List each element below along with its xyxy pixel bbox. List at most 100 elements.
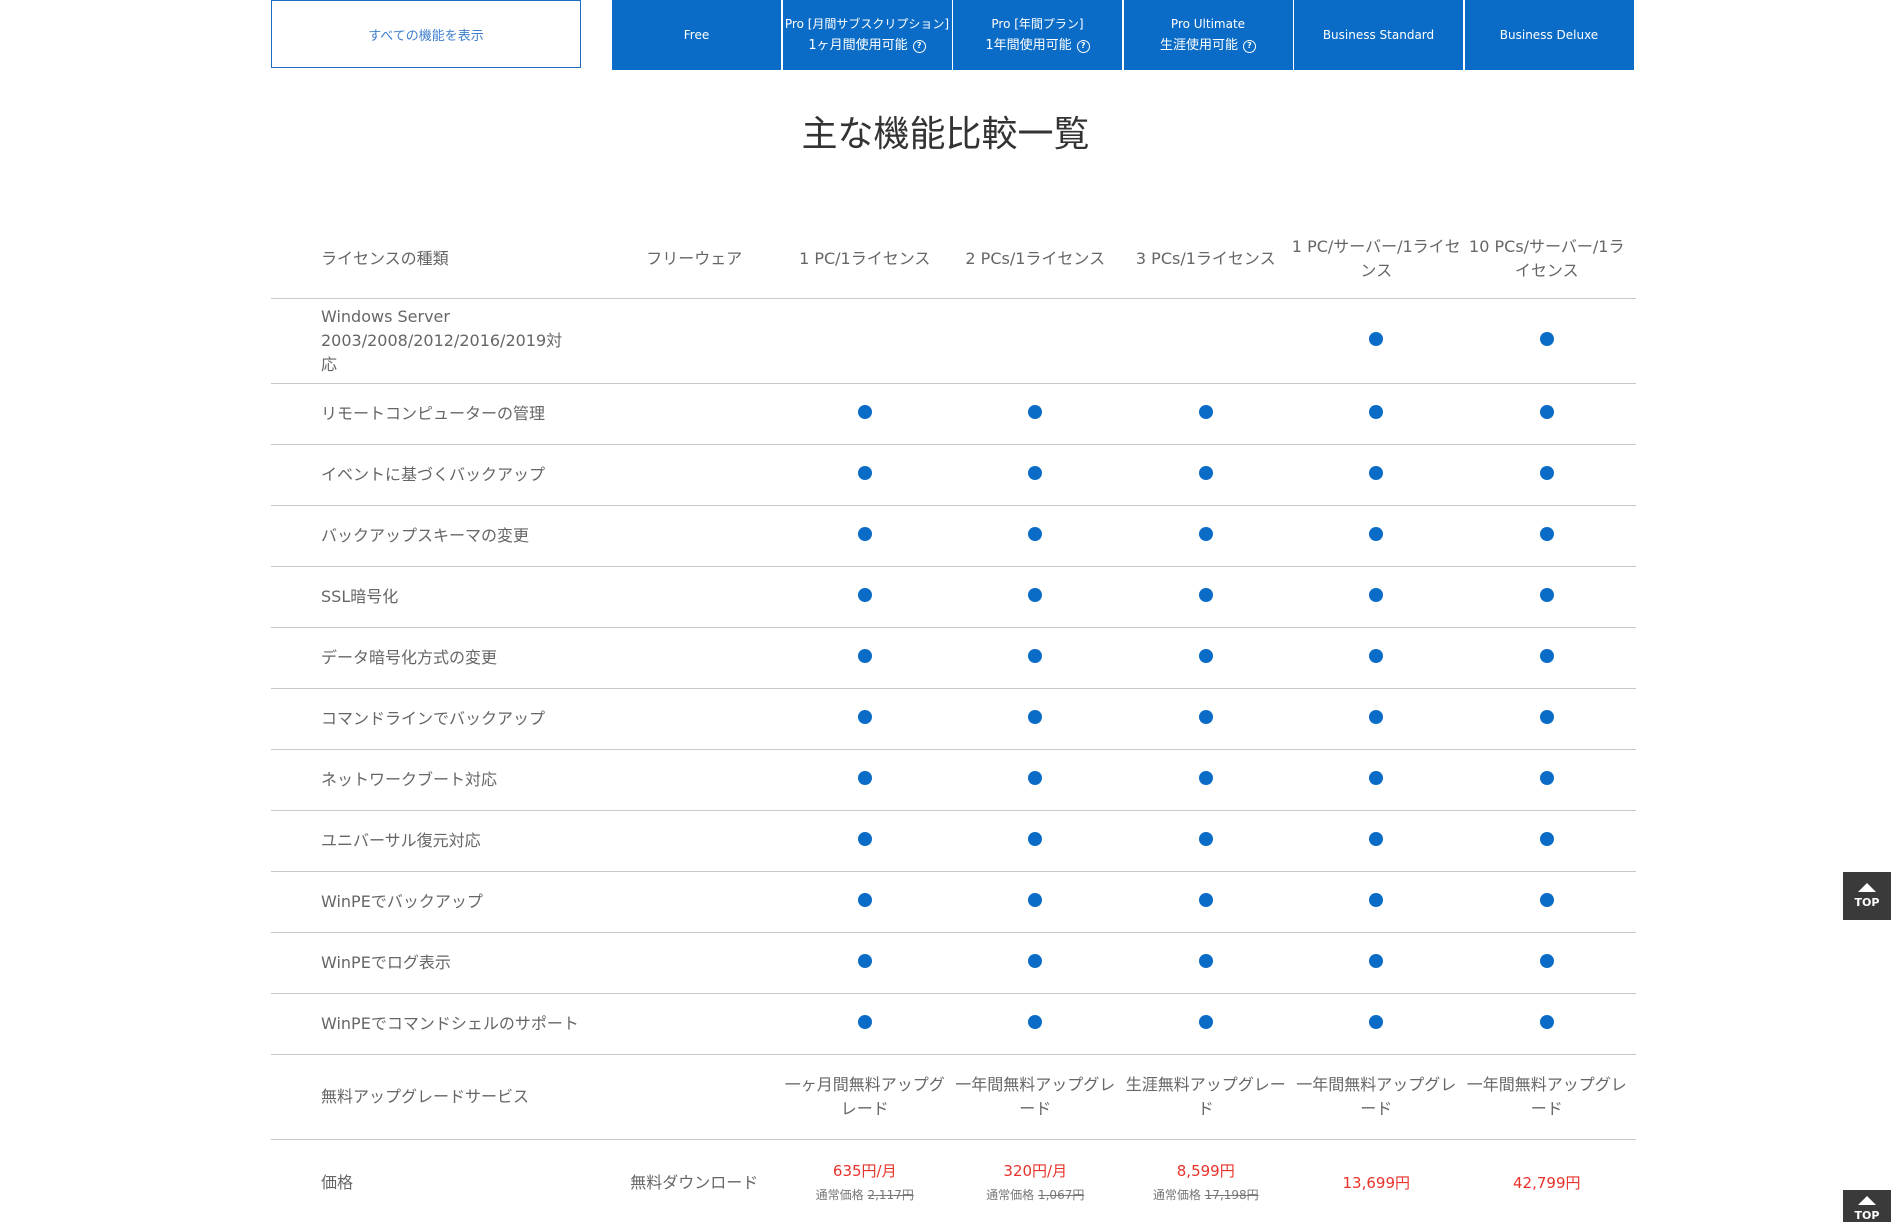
feature-cell <box>780 829 951 853</box>
feature-label: バックアップスキーマの変更 <box>321 526 530 545</box>
feature-cell <box>1462 524 1633 548</box>
feature-cell <box>1462 890 1633 914</box>
help-icon[interactable]: ? <box>1076 39 1090 53</box>
supported-dot-icon <box>1198 710 1213 724</box>
feature-cell <box>780 951 951 975</box>
show-all-features-button[interactable]: すべての機能を表示 <box>271 0 581 68</box>
feature-cell <box>1121 951 1292 975</box>
price-cell: 8,599円 通常価格 17,198円 <box>1121 1159 1292 1207</box>
feature-cell <box>950 768 1121 792</box>
feature-cell <box>950 524 1121 548</box>
plan-duration: 1ヶ月間使用可能 <box>808 38 908 53</box>
feature-label: WinPEでコマンドシェルのサポート <box>321 1014 579 1033</box>
supported-dot-icon <box>1028 405 1043 419</box>
regular-price-label: 通常価格 <box>815 1187 864 1202</box>
free-download-text: 無料ダウンロード <box>630 1172 759 1192</box>
row-label: 価格 <box>321 1172 354 1192</box>
back-to-top-button[interactable]: TOP <box>1843 1190 1891 1222</box>
feature-cell <box>1121 524 1292 548</box>
regular-price: 17,198円 <box>1204 1187 1259 1202</box>
arrow-up-icon <box>1858 883 1876 892</box>
supported-dot-icon <box>1369 588 1384 602</box>
supported-dot-icon <box>1369 954 1384 968</box>
feature-cell <box>1121 768 1292 792</box>
supported-dot-icon <box>1198 954 1213 968</box>
plan-business-standard-tab[interactable]: Business Standard <box>1294 0 1463 70</box>
plan-name: Pro [年間プラン] <box>991 17 1084 31</box>
feature-cell <box>780 524 951 548</box>
plan-name: Pro Ultimate <box>1170 17 1246 31</box>
supported-dot-icon <box>1539 832 1554 846</box>
feature-cell <box>780 646 951 670</box>
supported-dot-icon <box>1198 588 1213 602</box>
feature-label: Windows Server 2003/2008/2012/2016/2019対… <box>321 307 563 374</box>
plan-header-bar: Free Pro [月間サブスクリプション] 1ヶ月間使用可能? Pro [年間… <box>612 0 1634 70</box>
feature-cell <box>1462 951 1633 975</box>
feature-cell <box>950 707 1121 731</box>
supported-dot-icon <box>1539 332 1554 346</box>
plan-free-tab[interactable]: Free <box>612 0 781 70</box>
supported-dot-icon <box>1539 771 1554 785</box>
supported-dot-icon <box>1028 710 1043 724</box>
feature-row: バックアップスキーマの変更 <box>271 506 1636 567</box>
supported-dot-icon <box>857 893 872 907</box>
upgrade-row: 無料アップグレードサービス 一ヶ月間無料アップグレード 一年間無料アップグレード… <box>271 1055 1636 1140</box>
supported-dot-icon <box>1369 1015 1384 1029</box>
plan-name: Pro [月間サブスクリプション] <box>784 17 950 31</box>
supported-dot-icon <box>1539 893 1554 907</box>
feature-cell <box>1121 463 1292 487</box>
license-row: ライセンスの種類 フリーウェア 1 PC/1ライセンス 2 PCs/1ライセンス… <box>271 220 1636 299</box>
supported-dot-icon <box>1198 466 1213 480</box>
plan-name: Business Standard <box>1322 28 1435 42</box>
feature-cell <box>1121 646 1292 670</box>
supported-dot-icon <box>1539 405 1554 419</box>
supported-dot-icon <box>1198 1015 1213 1029</box>
help-icon[interactable]: ? <box>1243 39 1256 53</box>
supported-dot-icon <box>1028 1015 1043 1029</box>
supported-dot-icon <box>1028 954 1043 968</box>
feature-cell <box>1121 707 1292 731</box>
feature-label: WinPEでバックアップ <box>321 892 483 911</box>
feature-cell <box>950 646 1121 670</box>
price-cell: 320円/月 通常価格 1,067円 <box>950 1159 1121 1207</box>
back-to-top-button[interactable]: TOP <box>1843 872 1891 920</box>
supported-dot-icon <box>1028 771 1043 785</box>
supported-dot-icon <box>1028 466 1043 480</box>
plan-pro-ultimate-tab[interactable]: Pro Ultimate 生涯使用可能? <box>1123 0 1293 70</box>
feature-cell <box>950 951 1121 975</box>
feature-cell <box>950 829 1121 853</box>
sale-price: 8,599円 <box>1176 1161 1235 1180</box>
price-cell: 635円/月 通常価格 2,117円 <box>780 1159 951 1207</box>
feature-row: Windows Server 2003/2008/2012/2016/2019対… <box>271 299 1636 384</box>
sale-price: 42,799円 <box>1513 1173 1581 1192</box>
supported-dot-icon <box>1369 710 1384 724</box>
feature-cell <box>1291 524 1462 548</box>
price-cell: 42,799円 <box>1462 1171 1633 1195</box>
arrow-up-icon <box>1858 1196 1876 1205</box>
regular-price-label: 通常価格 <box>1152 1187 1201 1202</box>
plan-name: Business Deluxe <box>1499 28 1599 42</box>
feature-row: イベントに基づくバックアップ <box>271 445 1636 506</box>
feature-row: リモートコンピューターの管理 <box>271 384 1636 445</box>
plan-pro-monthly-tab[interactable]: Pro [月間サブスクリプション] 1ヶ月間使用可能? <box>782 0 952 70</box>
feature-row: データ暗号化方式の変更 <box>271 628 1636 689</box>
feature-cell <box>1291 768 1462 792</box>
regular-price-label: 通常価格 <box>986 1187 1035 1202</box>
supported-dot-icon <box>1028 588 1043 602</box>
supported-dot-icon <box>857 1015 872 1029</box>
page-title: 主な機能比較一覧 <box>801 114 1090 155</box>
feature-label: リモートコンピューターの管理 <box>321 404 546 423</box>
license-cell: 2 PCs/1ライセンス <box>965 249 1106 268</box>
help-icon[interactable]: ? <box>912 39 926 53</box>
sale-price: 320円/月 <box>1003 1161 1068 1180</box>
feature-cell <box>1462 646 1633 670</box>
plan-business-deluxe-tab[interactable]: Business Deluxe <box>1464 0 1634 70</box>
feature-label: ネットワークブート対応 <box>321 770 498 789</box>
feature-cell <box>1462 585 1633 609</box>
feature-cell <box>780 890 951 914</box>
row-label: ライセンスの種類 <box>321 249 449 268</box>
supported-dot-icon <box>1198 527 1213 541</box>
feature-cell <box>1291 829 1462 853</box>
plan-pro-yearly-tab[interactable]: Pro [年間プラン] 1年間使用可能? <box>953 0 1122 70</box>
feature-cell <box>950 585 1121 609</box>
